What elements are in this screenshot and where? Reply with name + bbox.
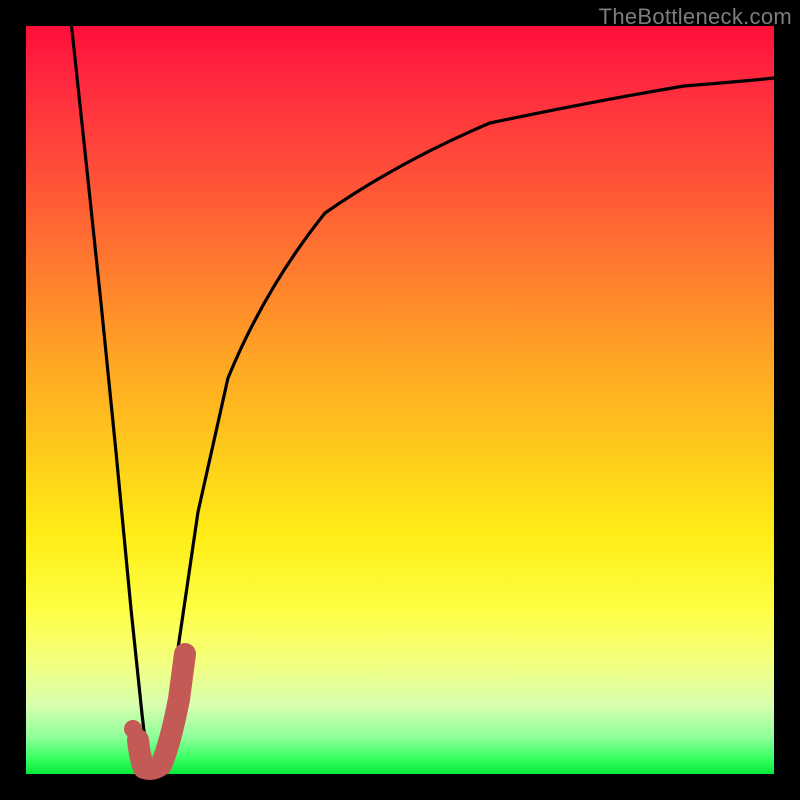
curve-left-branch	[71, 21, 149, 774]
curve-right-branch	[161, 78, 774, 774]
chart-frame: TheBottleneck.com	[0, 0, 800, 800]
j-marker	[138, 654, 185, 769]
chart-svg	[26, 26, 774, 774]
j-marker-dot	[124, 720, 142, 738]
plot-area	[26, 26, 774, 774]
watermark-text: TheBottleneck.com	[599, 4, 792, 30]
